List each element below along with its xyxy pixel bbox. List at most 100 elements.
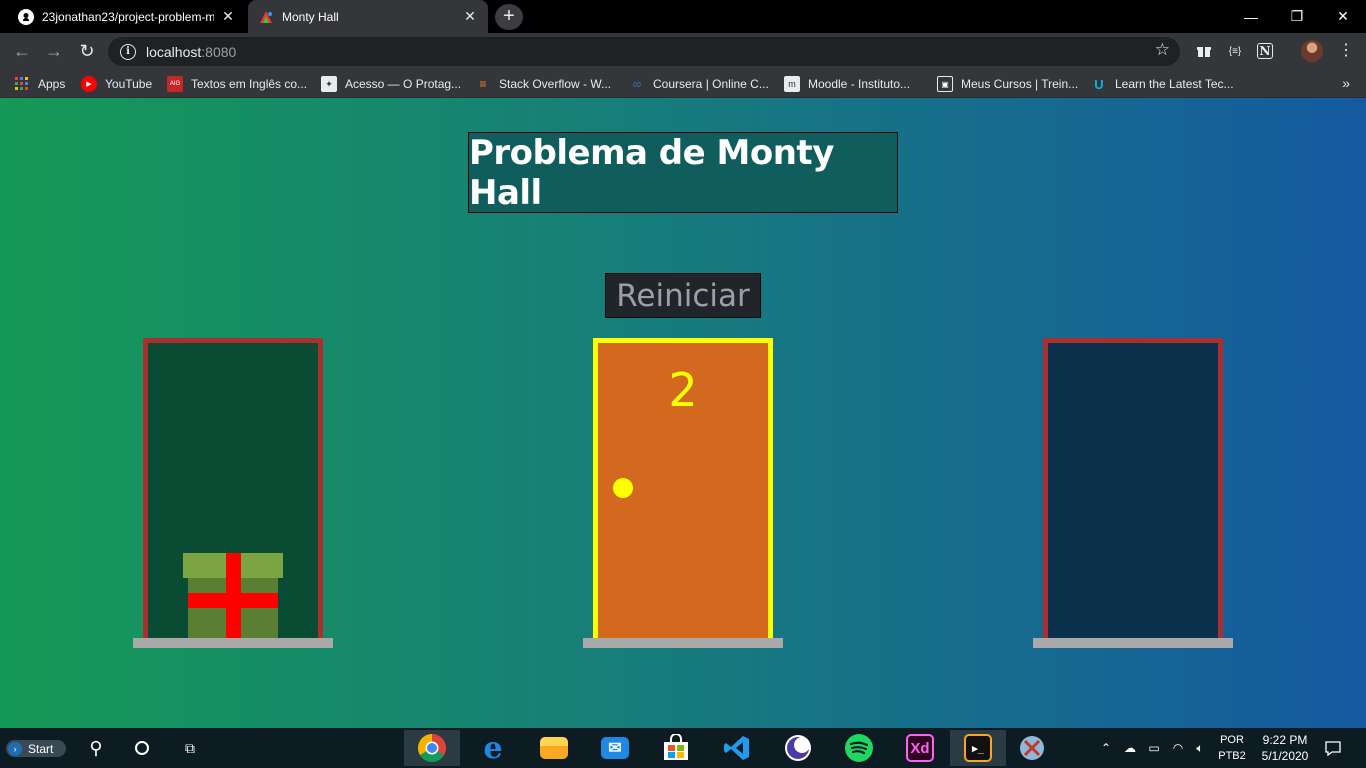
gift-ribbon-horizontal bbox=[188, 593, 278, 608]
bookmark-youtube[interactable]: ▶ YouTube bbox=[81, 75, 152, 93]
minimize-button[interactable]: — bbox=[1228, 0, 1274, 33]
bookmark-star-icon[interactable]: ☆ bbox=[1155, 40, 1170, 60]
door-floor bbox=[583, 638, 783, 648]
system-clock[interactable]: 9:22 PM 5/1/2020 bbox=[1250, 732, 1320, 764]
tab-close-icon[interactable]: ✕ bbox=[220, 8, 236, 25]
bookmark-apps[interactable]: Apps bbox=[14, 75, 65, 93]
onedrive-icon[interactable]: ☁ bbox=[1120, 728, 1140, 768]
bookmark-protag[interactable]: ✦ Acesso — O Protag... bbox=[321, 75, 461, 93]
tab-title: 23jonathan23/project-problem-m bbox=[42, 9, 214, 24]
cortana-icon[interactable] bbox=[128, 728, 156, 768]
protag-icon: ✦ bbox=[321, 76, 337, 92]
forward-button[interactable]: → bbox=[41, 38, 67, 64]
github-icon bbox=[18, 8, 34, 25]
bookmark-label: Learn the Latest Tec... bbox=[1115, 77, 1234, 91]
bookmark-coursera[interactable]: ∞ Coursera | Online C... bbox=[629, 75, 769, 93]
bookmark-label: Meus Cursos | Trein... bbox=[961, 77, 1079, 91]
tab-title: Monty Hall bbox=[282, 9, 339, 24]
bookmarks-bar: Apps ▶ YouTube AIG Textos em Inglês co..… bbox=[0, 70, 1366, 98]
door-opening bbox=[148, 343, 318, 643]
windows-taskbar: › Start ⚲ ⧉ e ✉ Xd ▸_ ⌃ ☁ ▭ ◠ 🔈︎ POR PTB… bbox=[0, 728, 1366, 768]
url-port: :8080 bbox=[201, 43, 237, 60]
close-window-button[interactable]: ✕ bbox=[1320, 0, 1366, 33]
bookmark-udacity[interactable]: U Learn the Latest Tec... bbox=[1091, 75, 1234, 93]
door-number: 2 bbox=[668, 363, 698, 417]
mail-icon[interactable]: ✉ bbox=[587, 730, 643, 766]
door-opening bbox=[1048, 343, 1218, 643]
battery-icon[interactable]: ▭ bbox=[1144, 728, 1164, 768]
coursera-icon: ∞ bbox=[632, 77, 642, 91]
arrow-right-icon: → bbox=[45, 40, 63, 61]
extension-json-icon[interactable]: {≡} bbox=[1225, 41, 1245, 61]
arrow-left-icon: ← bbox=[13, 40, 31, 61]
clock-date: 5/1/2020 bbox=[1261, 749, 1309, 763]
browser-toolbar: ← → ↻ i localhost:8080 ☆ {≡} N ⋮ bbox=[0, 33, 1366, 70]
notification-icon[interactable] bbox=[1322, 728, 1344, 768]
bookmarks-overflow-icon[interactable]: » bbox=[1342, 75, 1350, 91]
search-icon[interactable]: ⚲ bbox=[82, 728, 110, 768]
keyboard-layout: PTB2 bbox=[1218, 750, 1246, 762]
door-floor bbox=[133, 638, 333, 648]
store-icon[interactable] bbox=[648, 730, 704, 766]
start-chevron-icon: › bbox=[8, 741, 22, 756]
xd-glyph: Xd bbox=[906, 734, 934, 762]
monty-hall-app: Problema de Monty Hall Reiniciar 2 bbox=[0, 98, 1366, 728]
extension-gift-icon[interactable] bbox=[1194, 41, 1214, 61]
envelope-glyph: ✉ bbox=[601, 737, 629, 759]
bookmark-textos[interactable]: AIG Textos em Inglês co... bbox=[167, 75, 307, 93]
xd-icon[interactable]: Xd bbox=[892, 730, 948, 766]
wifi-icon[interactable]: ◠ bbox=[1168, 728, 1188, 768]
start-label: Start bbox=[28, 741, 54, 756]
profile-avatar[interactable] bbox=[1301, 40, 1323, 62]
bookmark-moodle[interactable]: m Moodle - Instituto... bbox=[784, 75, 910, 93]
restart-button[interactable]: Reiniciar bbox=[605, 273, 761, 318]
address-bar[interactable]: i localhost:8080 ☆ bbox=[108, 37, 1180, 66]
tray-expand-icon[interactable]: ⌃ bbox=[1098, 728, 1114, 768]
maximize-button[interactable]: ❐ bbox=[1274, 0, 1320, 33]
language-code: POR bbox=[1220, 734, 1244, 746]
site-info-icon[interactable]: i bbox=[120, 43, 136, 60]
gift-icon bbox=[183, 553, 283, 638]
door-1[interactable] bbox=[133, 338, 333, 648]
bookmark-label: YouTube bbox=[105, 77, 153, 91]
url-host: localhost bbox=[146, 43, 202, 60]
door-2[interactable]: 2 bbox=[583, 338, 783, 648]
apps-grid-icon bbox=[14, 76, 30, 92]
file-explorer-icon[interactable] bbox=[526, 730, 582, 766]
bookmark-label: Stack Overflow - W... bbox=[499, 77, 612, 91]
bookmark-label: Apps bbox=[38, 77, 66, 91]
new-tab-button[interactable]: + bbox=[495, 4, 523, 30]
menu-kebab-icon[interactable]: ⋮ bbox=[1336, 41, 1356, 61]
title-box: Problema de Monty Hall bbox=[468, 132, 898, 213]
tab-monty-hall[interactable]: Monty Hall ✕ bbox=[248, 0, 488, 33]
monty-hall-favicon-icon bbox=[258, 9, 274, 25]
terminal-icon[interactable]: ▸_ bbox=[950, 730, 1006, 766]
tab-github[interactable]: 23jonathan23/project-problem-m ✕ bbox=[8, 0, 246, 33]
bookmark-label: Textos em Inglês co... bbox=[191, 77, 308, 91]
start-button[interactable]: › Start bbox=[6, 740, 66, 757]
edge-glyph: e bbox=[483, 730, 503, 766]
bookmark-stackoverflow[interactable]: ≡ Stack Overflow - W... bbox=[475, 75, 611, 93]
stackoverflow-icon: ≡ bbox=[479, 77, 487, 91]
bookmark-cursos[interactable]: ▣ Meus Cursos | Trein... bbox=[937, 75, 1078, 93]
notion-icon[interactable]: N bbox=[1257, 43, 1273, 59]
tab-close-icon[interactable]: ✕ bbox=[462, 8, 478, 25]
edge-icon[interactable]: e bbox=[465, 730, 521, 766]
task-view-icon[interactable]: ⧉ bbox=[176, 728, 204, 768]
snipping-icon[interactable] bbox=[1004, 730, 1060, 766]
spotify-icon[interactable] bbox=[831, 730, 887, 766]
chrome-icon[interactable] bbox=[404, 730, 460, 766]
door-panel[interactable]: 2 bbox=[598, 343, 768, 643]
clock-time: 9:22 PM bbox=[1262, 733, 1308, 747]
textos-icon: AIG bbox=[167, 76, 183, 92]
eclipse-icon[interactable] bbox=[770, 730, 826, 766]
reload-button[interactable]: ↻ bbox=[74, 38, 100, 64]
bookmark-label: Moodle - Instituto... bbox=[808, 77, 911, 91]
volume-icon[interactable]: 🔈︎ bbox=[1190, 728, 1210, 768]
language-indicator[interactable]: POR PTB2 bbox=[1212, 732, 1252, 764]
back-button[interactable]: ← bbox=[9, 38, 35, 64]
door-frame bbox=[143, 338, 323, 643]
terminal-glyph: ▸_ bbox=[964, 734, 992, 762]
vscode-icon[interactable] bbox=[709, 730, 765, 766]
door-3[interactable] bbox=[1033, 338, 1233, 648]
